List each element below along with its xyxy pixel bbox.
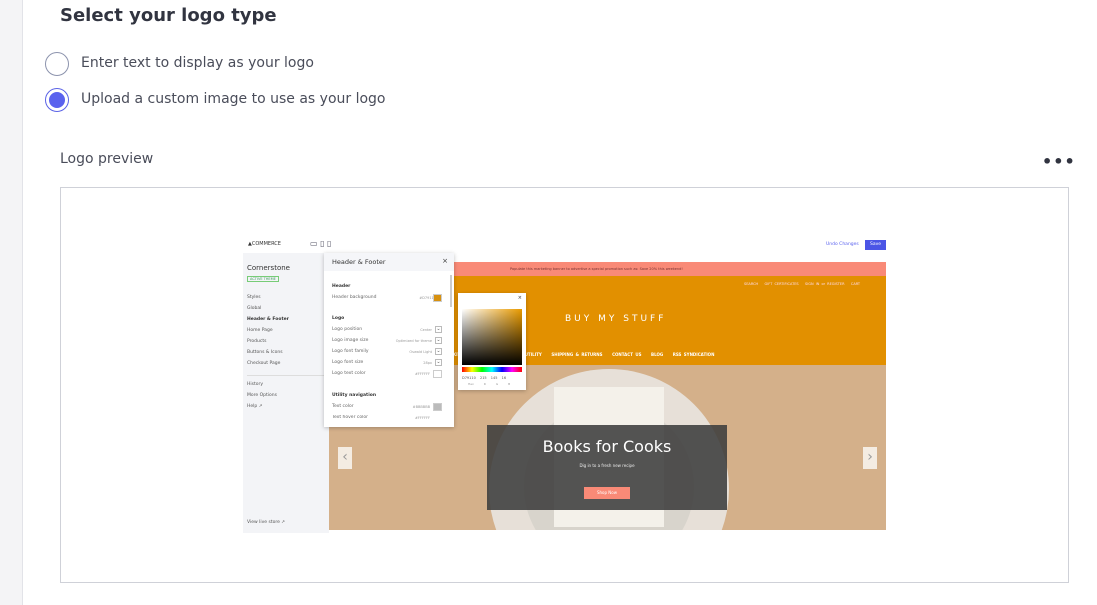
field-value: #FFFFFF: [414, 372, 430, 376]
color-values: D79110 215 145 16: [462, 376, 507, 380]
menu-item: Help ↗: [247, 404, 263, 409]
section-header: Header: [332, 284, 351, 289]
logo-preview-label: Logo preview: [60, 151, 154, 167]
chevron-right-icon: ›: [863, 447, 877, 469]
field-value: Oswald Light: [409, 350, 432, 354]
chevron-left-icon: ‹: [338, 447, 352, 469]
menu-item: Global: [247, 306, 262, 311]
menu-item: Buttons & Icons: [247, 350, 283, 355]
chevron-down-icon: ⌄: [435, 326, 442, 333]
color-swatch: [433, 370, 442, 378]
menu-item: Products: [247, 339, 267, 344]
field-label: Text hover color: [332, 415, 368, 420]
color-swatch: [433, 403, 442, 411]
field-label: Logo text color: [332, 371, 366, 376]
field-label: Logo image size: [332, 338, 369, 343]
radio-text-logo[interactable]: [45, 52, 69, 76]
color-swatch: [433, 294, 442, 302]
hero-title: Books for Cooks: [542, 437, 672, 456]
radio-image-logo[interactable]: [45, 88, 69, 112]
chevron-down-icon: ⌄: [435, 337, 442, 344]
menu-item: History: [247, 382, 264, 387]
shop-now-button: Shop Now: [584, 487, 630, 499]
view-store-link: View live store ↗: [247, 520, 286, 525]
radio-label-image-logo[interactable]: Upload a custom image to use as your log…: [81, 91, 386, 107]
section-header: Logo: [332, 316, 345, 321]
field-label: Text color: [332, 404, 354, 409]
undo-button: Undo Changes: [826, 242, 859, 247]
menu-item: Checkout Page: [247, 361, 281, 366]
field-value: #FFFFFF: [414, 416, 430, 420]
field-value: Center: [420, 328, 432, 332]
field-label: Header background: [332, 295, 377, 300]
mock-sidebar: Cornerstone ACTIVE THEME Styles Global H…: [243, 253, 329, 533]
menu-item: Header & Footer: [247, 317, 289, 322]
page-title: Select your logo type: [60, 5, 277, 26]
close-icon: ×: [442, 257, 448, 265]
save-button: Save: [865, 240, 886, 250]
store-name: BUY MY STUFF: [565, 314, 667, 324]
promo-banner: Populate this marketing banner to advert…: [510, 267, 683, 271]
color-value-labels: Hex R G B: [468, 382, 511, 386]
field-value: Optimized for theme: [395, 339, 432, 343]
field-value: #BBBBBB: [412, 405, 430, 409]
panel-title: Header & Footer: [332, 258, 386, 266]
active-badge: ACTIVE THEME: [247, 276, 279, 282]
field-value: 28px: [423, 361, 432, 365]
hero-subtitle: Dig in to a fresh new recipe: [579, 463, 635, 468]
section-header: Utility navigation: [332, 393, 377, 398]
scrollbar: [450, 275, 452, 307]
utility-nav: SEARCH GIFT CERTIFICATES SIGN IN or REGI…: [744, 282, 861, 286]
menu-item: Styles: [247, 295, 261, 300]
hue-slider: [462, 367, 522, 372]
divider: [247, 375, 325, 376]
menu-item: Home Page: [247, 328, 273, 333]
ellipsis-icon[interactable]: •••: [1042, 152, 1076, 171]
close-icon: ×: [517, 295, 522, 301]
chevron-down-icon: ⌄: [435, 359, 442, 366]
theme-name: Cornerstone: [247, 264, 290, 272]
chevron-down-icon: ⌄: [435, 348, 442, 355]
header-footer-panel: Header & Footer × Header Header backgrou…: [324, 253, 454, 427]
field-label: Logo position: [332, 327, 363, 332]
brand-text: COMMERCE: [251, 241, 281, 247]
logo-preview-image: ▲COMMERCE ▭ ▯ ▯ Undo Changes Save Corner…: [243, 237, 886, 533]
menu-item: More Options: [247, 393, 277, 398]
device-icons: ▭ ▯ ▯: [310, 239, 332, 248]
brand-logo: ▲COMMERCE: [248, 241, 281, 247]
field-label: Logo font size: [332, 360, 364, 365]
color-picker: × D79110 215 145 16 Hex R G B: [458, 293, 526, 390]
saturation-area: [462, 309, 522, 365]
left-rail: [0, 0, 23, 605]
radio-label-text-logo[interactable]: Enter text to display as your logo: [81, 55, 314, 71]
field-label: Logo font family: [332, 349, 369, 354]
